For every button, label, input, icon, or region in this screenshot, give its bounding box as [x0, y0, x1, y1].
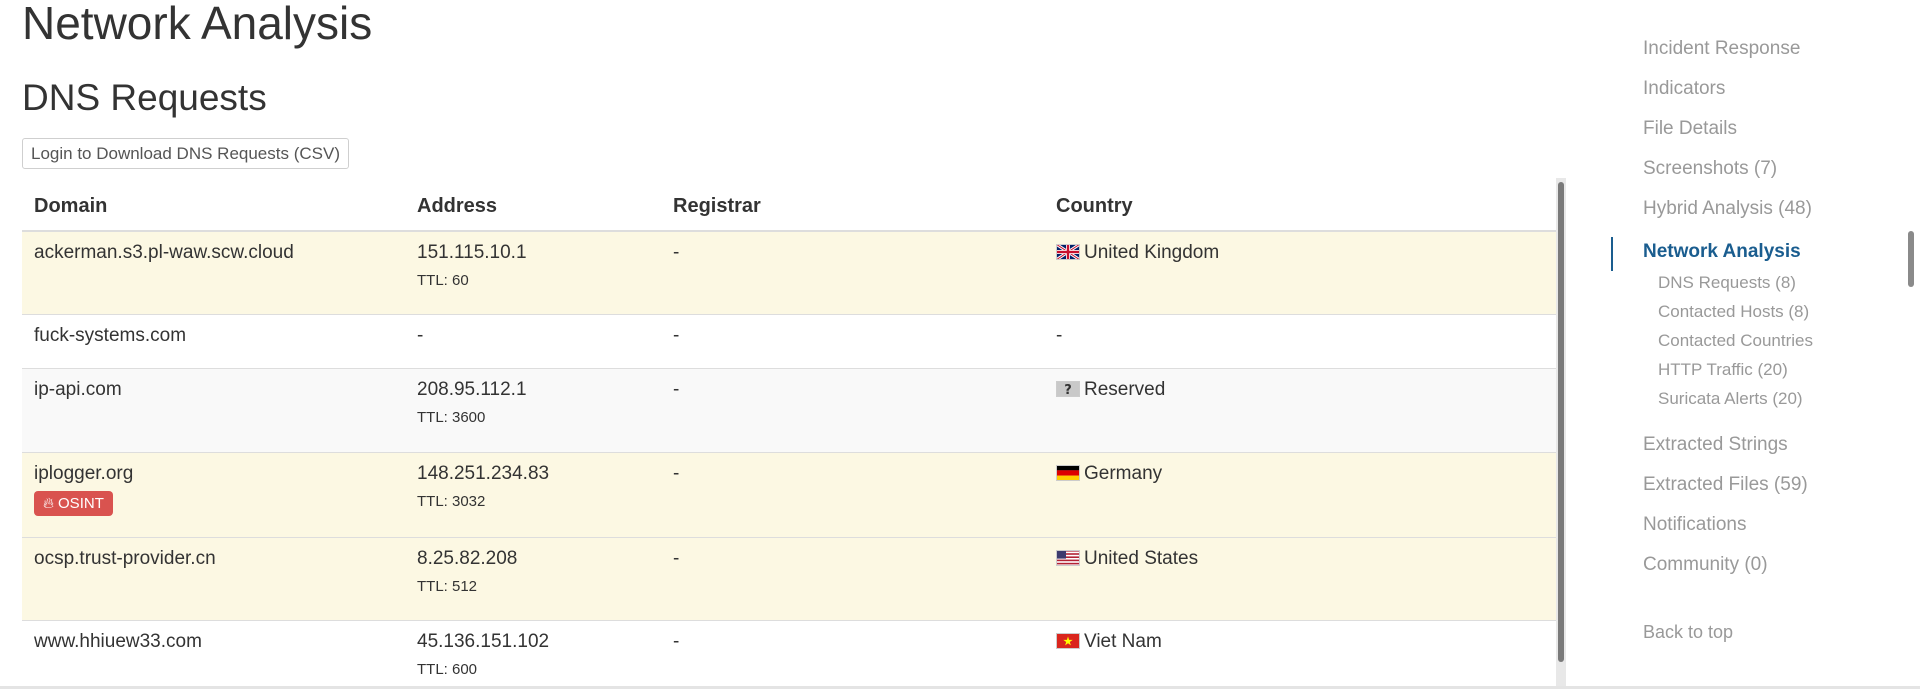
domain-cell[interactable]: fuck-systems.com — [22, 314, 405, 369]
ttl-value: TTL: 600 — [417, 660, 478, 678]
address-value[interactable]: 148.251.234.83 — [417, 463, 549, 484]
table-scrollbar-thumb[interactable] — [1558, 182, 1564, 662]
domain-cell[interactable]: www.hhiuew33.com — [22, 620, 405, 689]
sidebar-item-indicators[interactable]: Indicators — [1611, 74, 1911, 114]
sidebar-item-incident-response[interactable]: Incident Response — [1611, 34, 1911, 74]
country-cell: - — [1044, 314, 1558, 369]
sidebar-subitem-http-traffic[interactable]: HTTP Traffic (20) — [1611, 358, 1911, 387]
domain-cell: iplogger.org 🔥︎ OSINT — [22, 452, 405, 538]
dns-requests-heading: DNS Requests — [22, 77, 267, 118]
country-cell: Germany — [1044, 452, 1558, 538]
country-cell: United Kingdom — [1044, 231, 1558, 315]
us-flag-icon — [1056, 549, 1080, 566]
ttl-value: TTL: 3032 — [417, 492, 486, 510]
country-cell: Viet Nam — [1044, 620, 1558, 689]
address-value[interactable]: 151.115.10.1 — [417, 242, 527, 263]
registrar-cell: - — [661, 231, 1044, 315]
sidebar-subitem-dns-requests[interactable]: DNS Requests (8) — [1611, 271, 1911, 300]
country-name: United States — [1084, 547, 1199, 569]
address-value[interactable]: 8.25.82.208 — [417, 548, 517, 569]
column-header-registrar[interactable]: Registrar — [661, 178, 1044, 232]
country-name: United Kingdom — [1084, 242, 1220, 263]
unknown-flag-icon: ? — [1056, 380, 1080, 397]
column-header-address[interactable]: Address — [405, 178, 661, 232]
germany-flag-icon — [1056, 464, 1080, 481]
address-cell: 148.251.234.83 TTL: 3032 — [405, 452, 661, 538]
registrar-cell: - — [661, 368, 1044, 453]
country-name: Reserved — [1084, 378, 1166, 400]
registrar-cell: - — [661, 452, 1044, 538]
registrar-cell: - — [661, 537, 1044, 621]
domain-cell[interactable]: ackerman.s3.pl-waw.scw.cloud — [22, 231, 405, 315]
fire-icon: 🔥︎ — [43, 494, 55, 512]
address-value[interactable]: 208.95.112.1 — [417, 379, 527, 400]
dns-requests-table: Domain Address Registrar Country ackerma… — [22, 178, 1558, 689]
uk-flag-icon — [1056, 244, 1080, 260]
sidebar-item-extracted-strings[interactable]: Extracted Strings — [1611, 430, 1911, 470]
sidebar-item-notifications[interactable]: Notifications — [1611, 510, 1911, 550]
registrar-cell: - — [661, 620, 1044, 689]
table-row: ocsp.trust-provider.cn 8.25.82.208 TTL: 5… — [22, 537, 1558, 621]
page-title: Network Analysis — [22, 0, 373, 49]
registrar-cell: - — [661, 314, 1044, 369]
sidebar-item-network-analysis[interactable]: Network Analysis — [1611, 237, 1911, 271]
page-scrollbar-thumb[interactable] — [1908, 231, 1914, 287]
address-cell: 151.115.10.1 TTL: 60 — [405, 231, 661, 315]
sidebar-item-screenshots[interactable]: Screenshots (7) — [1611, 154, 1911, 194]
table-row: ackerman.s3.pl-waw.scw.cloud 151.115.10.… — [22, 231, 1558, 315]
country-cell: ? Reserved — [1044, 368, 1558, 453]
table-scrollbar[interactable] — [1556, 178, 1566, 689]
column-header-domain[interactable]: Domain — [22, 178, 405, 232]
osint-badge-label: OSINT — [58, 494, 104, 512]
ttl-value: TTL: 60 — [417, 272, 469, 289]
sidebar-subitem-contacted-hosts[interactable]: Contacted Hosts (8) — [1611, 300, 1911, 329]
country-name: Germany — [1084, 462, 1163, 484]
address-value[interactable]: 45.136.151.102 — [417, 631, 549, 652]
sidebar-item-extracted-files[interactable]: Extracted Files (59) — [1611, 470, 1911, 510]
domain-value[interactable]: iplogger.org — [34, 463, 133, 484]
table-header-row: Domain Address Registrar Country — [22, 178, 1558, 232]
address-cell: 208.95.112.1 TTL: 3600 — [405, 368, 661, 453]
vietnam-flag-icon — [1056, 632, 1080, 649]
sidebar-subitem-suricata-alerts[interactable]: Suricata Alerts (20) — [1611, 387, 1911, 416]
address-cell: 8.25.82.208 TTL: 512 — [405, 537, 661, 621]
sidebar-item-community[interactable]: Community (0) — [1611, 550, 1911, 590]
osint-badge[interactable]: 🔥︎ OSINT — [34, 490, 113, 516]
sidebar-subitem-contacted-countries[interactable]: Contacted Countries — [1611, 329, 1911, 358]
country-cell: United States — [1044, 537, 1558, 621]
download-dns-csv-button[interactable]: Login to Download DNS Requests (CSV) — [22, 138, 349, 169]
table-row: www.hhiuew33.com 45.136.151.102 TTL: 600 … — [22, 620, 1558, 689]
address-cell: 45.136.151.102 TTL: 600 — [405, 620, 661, 689]
sidebar-item-hybrid-analysis[interactable]: Hybrid Analysis (48) — [1611, 194, 1911, 234]
country-name: Viet Nam — [1084, 630, 1162, 652]
table-row: iplogger.org 🔥︎ OSINT 148.251.234.83 TTL: … — [22, 452, 1558, 538]
svg-text:?: ? — [1064, 383, 1072, 397]
sidebar-item-file-details[interactable]: File Details — [1611, 114, 1911, 154]
sidebar-nav: Incident Response Indicators File Detail… — [1611, 34, 1911, 590]
column-header-country[interactable]: Country — [1044, 178, 1558, 232]
domain-cell[interactable]: ip-api.com — [22, 368, 405, 453]
ttl-value: TTL: 3600 — [417, 408, 486, 426]
sidebar-subnav: DNS Requests (8) Contacted Hosts (8) Con… — [1611, 271, 1911, 416]
address-cell: - — [405, 314, 661, 369]
table-row: fuck-systems.com - - - — [22, 314, 1558, 369]
table-row: ip-api.com 208.95.112.1 TTL: 3600 - ? Res… — [22, 368, 1558, 453]
back-to-top-link[interactable]: Back to top — [1643, 622, 1733, 643]
dns-requests-table-container: Domain Address Registrar Country ackerma… — [22, 178, 1558, 689]
domain-cell[interactable]: ocsp.trust-provider.cn — [22, 537, 405, 621]
ttl-value: TTL: 512 — [417, 577, 478, 595]
